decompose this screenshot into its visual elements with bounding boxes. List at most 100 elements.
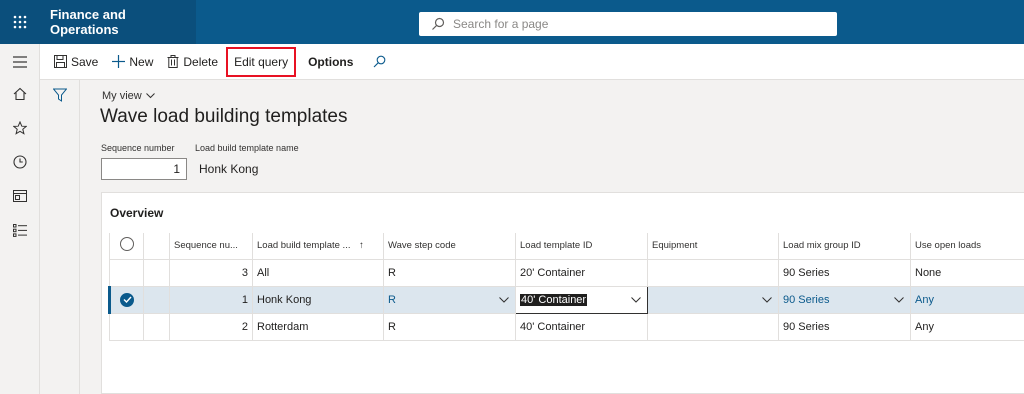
table-row[interactable]: 3 All R 20' Container 90 Series None [109, 258, 1024, 287]
view-selector[interactable]: My view [102, 90, 155, 102]
wave-step-code-dropdown[interactable]: R [388, 294, 515, 306]
cell-template-name[interactable]: All [252, 258, 384, 287]
select-all-radio[interactable] [119, 237, 134, 252]
search-input[interactable]: Search for a page [419, 12, 837, 36]
app-title[interactable]: Finance and Operations [40, 0, 196, 44]
hamburger-button[interactable] [0, 46, 40, 78]
trash-icon [167, 55, 179, 68]
column-header-sequence[interactable]: Sequence nu... [169, 233, 253, 260]
chevron-down-icon[interactable] [499, 296, 509, 303]
template-name-label: Load build template name [195, 143, 299, 153]
use-open-loads-value: Any [915, 293, 934, 306]
cell-equipment[interactable] [647, 258, 779, 287]
load-mix-group-dropdown[interactable]: 90 Series [783, 294, 910, 306]
save-label: Save [71, 54, 99, 69]
edit-query-label: Edit query [234, 54, 289, 69]
row-marker [143, 312, 170, 341]
cell-template-name[interactable]: Honk Kong [252, 285, 384, 314]
view-label: My view [102, 90, 142, 102]
cell-load-template-id[interactable]: 20' Container [515, 258, 648, 287]
column-header-equipment[interactable]: Equipment [647, 233, 779, 260]
cell-load-mix-group-id[interactable]: 90 Series [778, 258, 911, 287]
page-title: Wave load building templates [100, 106, 348, 127]
workspace-icon [13, 190, 27, 202]
app-launcher-button[interactable] [0, 0, 40, 44]
chevron-down-icon [145, 93, 155, 99]
grid-header-row: Sequence nu... Load build template ... ↑… [109, 233, 1024, 260]
column-header-use-open-loads[interactable]: Use open loads [910, 233, 1024, 260]
cell-sequence[interactable]: 2 [169, 312, 253, 341]
recent-button[interactable] [0, 146, 40, 178]
checkmark-icon[interactable] [120, 292, 134, 307]
cell-equipment[interactable] [647, 285, 779, 314]
overview-grid: Sequence nu... Load build template ... ↑… [108, 233, 1024, 341]
page-content: My view Wave load building templates Seq… [80, 80, 1024, 394]
delete-label: Delete [183, 54, 219, 69]
chevron-down-icon[interactable] [894, 296, 904, 303]
row-select[interactable] [109, 258, 144, 287]
row-marker [143, 258, 170, 287]
template-name-field[interactable]: Honk Kong [193, 158, 327, 180]
new-label: New [129, 54, 154, 69]
cell-load-template-id[interactable]: 40' Container [515, 312, 648, 341]
cell-template-name[interactable]: Rotterdam [252, 312, 384, 341]
chevron-down-icon[interactable] [631, 296, 641, 303]
overview-title[interactable]: Overview [110, 206, 163, 220]
cell-use-open-loads[interactable]: Any [910, 312, 1024, 341]
action-search-button[interactable] [367, 48, 396, 76]
column-header-wave-step-code[interactable]: Wave step code [383, 233, 516, 260]
delete-button[interactable]: Delete [161, 48, 224, 76]
column-header-template-name[interactable]: Load build template ... ↑ [252, 233, 384, 260]
use-open-loads-dropdown[interactable]: Any [915, 294, 1024, 306]
home-button[interactable] [0, 78, 40, 110]
nav-rail [0, 44, 40, 394]
sequence-number-label: Sequence number [101, 143, 175, 153]
select-all-checkbox[interactable] [109, 233, 144, 260]
column-header-load-mix-group-id[interactable]: Load mix group ID [778, 233, 911, 260]
cell-use-open-loads[interactable]: Any [910, 285, 1024, 314]
row-marker-header [143, 233, 170, 260]
table-row-selected[interactable]: 1 Honk Kong R 40' Container 90 Series An… [108, 285, 1024, 314]
load-template-id-dropdown[interactable]: 40' Container [520, 293, 647, 306]
star-icon [13, 121, 27, 135]
new-button[interactable]: New [106, 48, 159, 76]
cell-use-open-loads[interactable]: None [910, 258, 1024, 287]
chevron-down-icon[interactable] [762, 296, 772, 303]
hamburger-icon [13, 56, 27, 68]
plus-icon [112, 55, 126, 68]
workspaces-button[interactable] [0, 180, 40, 212]
filter-pane-toggle[interactable] [40, 80, 80, 394]
save-button[interactable]: Save [48, 48, 104, 76]
cell-wave-step-code[interactable]: R [383, 285, 516, 314]
column-header-template-name-label: Load build template ... [257, 240, 351, 252]
row-select[interactable] [108, 285, 144, 314]
options-button[interactable]: Options [302, 48, 359, 76]
sort-ascending-icon: ↑ [359, 240, 364, 252]
column-header-load-template-id[interactable]: Load template ID [515, 233, 648, 260]
waffle-icon [13, 15, 27, 29]
clock-icon [13, 155, 27, 169]
cell-load-mix-group-id[interactable]: 90 Series [778, 285, 911, 314]
table-row[interactable]: 2 Rotterdam R 40' Container 90 Series An… [109, 312, 1024, 341]
list-icon [13, 223, 27, 237]
favorites-button[interactable] [0, 112, 40, 144]
cell-load-mix-group-id[interactable]: 90 Series [778, 312, 911, 341]
filter-icon [52, 88, 67, 102]
cell-sequence[interactable]: 1 [169, 285, 253, 314]
cell-equipment[interactable] [647, 312, 779, 341]
home-icon [13, 87, 27, 101]
wave-step-code-value: R [388, 293, 396, 306]
edit-query-button[interactable]: Edit query [226, 46, 297, 77]
cell-wave-step-code[interactable]: R [383, 312, 516, 341]
modules-button[interactable] [0, 214, 40, 246]
options-label: Options [308, 54, 354, 69]
cell-wave-step-code[interactable]: R [383, 258, 516, 287]
overview-section: Overview Sequence nu... Load build templ… [101, 192, 1024, 394]
sequence-number-field[interactable]: 1 [101, 158, 187, 180]
row-select[interactable] [109, 312, 144, 341]
save-icon [54, 55, 67, 68]
top-bar: Finance and Operations Search for a page [0, 0, 1024, 44]
equipment-dropdown[interactable] [652, 296, 778, 303]
cell-load-template-id[interactable]: 40' Container [515, 285, 648, 314]
cell-sequence[interactable]: 3 [169, 258, 253, 287]
